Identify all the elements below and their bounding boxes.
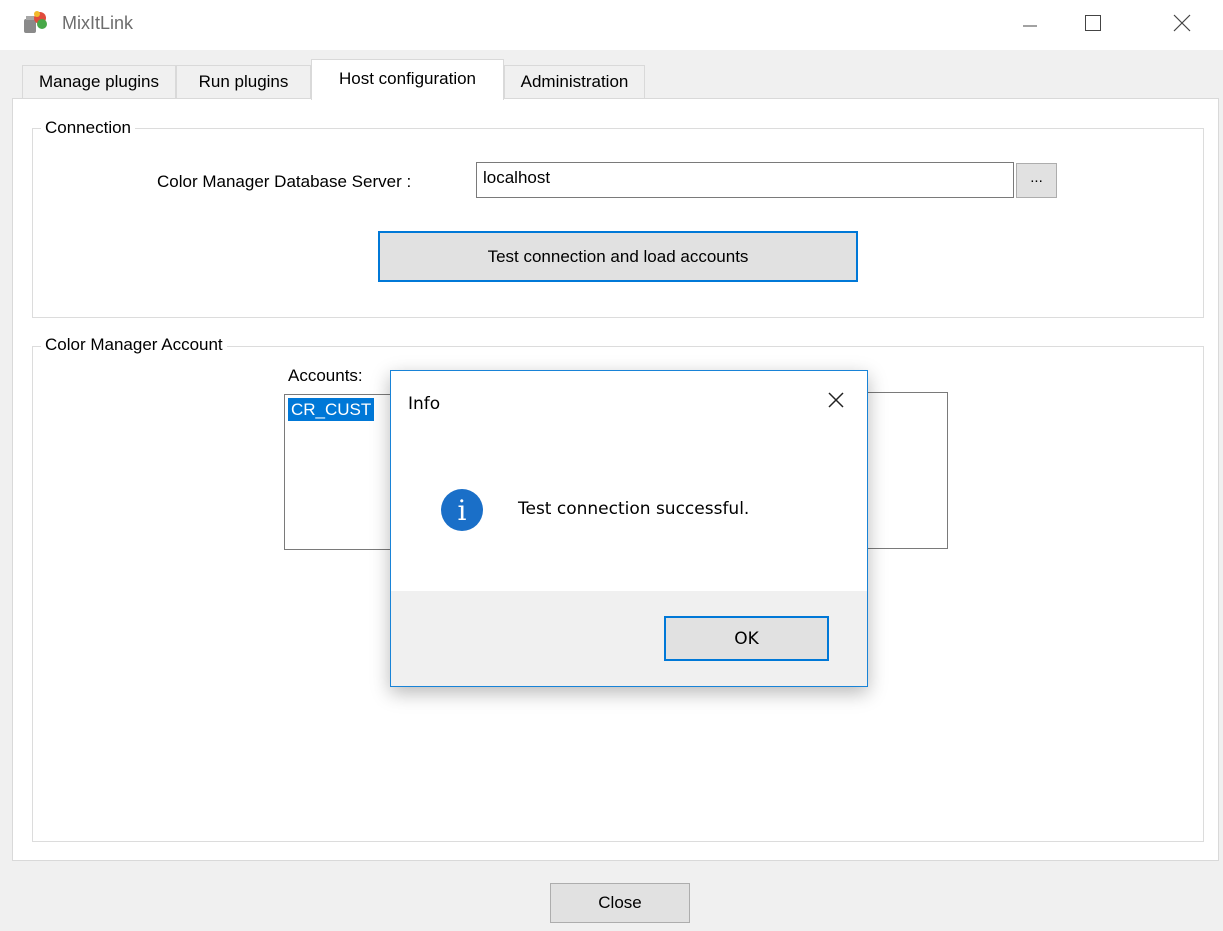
tab-label: Manage plugins — [38, 72, 160, 91]
server-input[interactable]: localhost — [476, 162, 1014, 198]
browse-server-button[interactable]: ... — [1016, 163, 1057, 198]
tab-run-plugins[interactable]: Run plugins — [176, 65, 311, 98]
secondary-listbox[interactable] — [860, 392, 948, 549]
connection-group — [32, 128, 1204, 318]
close-button[interactable]: Close — [550, 883, 690, 923]
tab-administration[interactable]: Administration — [504, 65, 645, 98]
tab-label: Administration — [520, 72, 629, 91]
close-button-label: Close — [598, 893, 642, 912]
tab-manage-plugins[interactable]: Manage plugins — [22, 65, 176, 98]
app-logo-icon — [22, 10, 48, 36]
dialog-close-button[interactable] — [821, 387, 851, 417]
tab-label: Host configuration — [338, 69, 477, 88]
connection-legend: Connection — [41, 118, 136, 138]
info-icon: i — [441, 489, 483, 531]
maximize-button[interactable] — [1063, 0, 1123, 46]
server-label: Color Manager Database Server : — [157, 172, 412, 191]
tab-label: Run plugins — [198, 72, 289, 91]
window-title: MixItLink — [62, 13, 134, 33]
tab-host-configuration[interactable]: Host configuration — [311, 59, 504, 100]
dialog-title: Info — [408, 394, 441, 414]
test-connection-button[interactable]: Test connection and load accounts — [378, 231, 858, 282]
window-close-button[interactable] — [1152, 0, 1212, 46]
accounts-label: Accounts: — [288, 366, 363, 385]
test-connection-label: Test connection and load accounts — [487, 246, 749, 266]
dialog-message: Test connection successful. — [518, 499, 750, 519]
ok-button-label: OK — [734, 628, 759, 649]
minimize-icon — [1022, 15, 1038, 31]
ok-button[interactable]: OK — [664, 616, 829, 661]
account-legend: Color Manager Account — [41, 335, 227, 355]
title-bar: MixItLink — [0, 0, 1223, 50]
minimize-button[interactable] — [1000, 0, 1060, 46]
close-icon — [826, 390, 846, 415]
close-icon — [1173, 14, 1191, 32]
info-dialog: Info i Test connection successful. OK — [390, 370, 868, 687]
maximize-icon — [1084, 14, 1102, 32]
account-list-item-selected[interactable]: CR_CUST — [288, 398, 375, 421]
